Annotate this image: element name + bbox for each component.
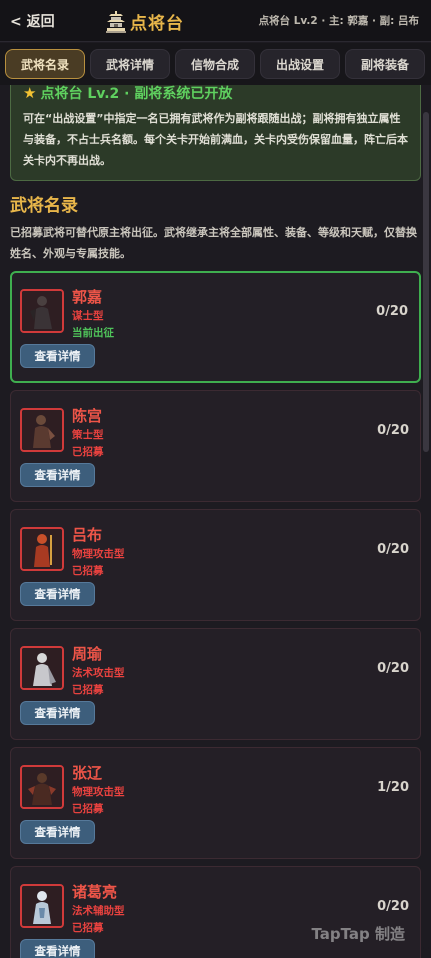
hero-token-count: 0/20 — [377, 899, 409, 914]
deputy-notice: ★ 点将台 Lv.2 · 副将系统已开放 可在“出战设置”中指定一名已拥有武将作… — [10, 85, 421, 181]
hero-status: 已招募 — [72, 684, 104, 696]
hero-portrait — [20, 646, 64, 690]
hero-type: 法术攻击型 — [72, 667, 125, 679]
hero-card: 诸葛亮 法术辅助型 已招募 0/20 查看详情 — [10, 866, 421, 958]
hero-status: 当前出征 — [72, 327, 114, 339]
view-details-button[interactable]: 查看详情 — [20, 582, 95, 606]
hero-type: 物理攻击型 — [72, 548, 125, 560]
hero-figure-icon — [22, 291, 62, 331]
pagoda-icon — [106, 10, 126, 33]
hero-type: 策士型 — [72, 429, 104, 441]
hero-portrait — [20, 765, 64, 809]
star-icon: ★ — [23, 85, 37, 102]
notice-body: 可在“出战设置”中指定一名已拥有武将作为副将跟随出战；副将拥有独立属性与装备，不… — [23, 112, 408, 167]
hero-card: 周瑜 法术攻击型 已招募 0/20 查看详情 — [10, 628, 421, 740]
taptap-watermark: TapTap 制造 — [311, 925, 405, 943]
hero-type: 谋士型 — [72, 310, 104, 322]
hero-name: 吕布 — [72, 526, 103, 544]
hero-type: 物理攻击型 — [72, 786, 125, 798]
tab-hero-details[interactable]: 武将详情 — [90, 49, 170, 79]
notice-title: 点将台 Lv.2 · 副将系统已开放 — [40, 86, 233, 102]
hero-status: 已招募 — [72, 803, 104, 815]
hero-token-count: 0/20 — [377, 423, 409, 438]
tab-token-synthesis[interactable]: 信物合成 — [175, 49, 255, 79]
hero-figure-icon — [22, 410, 62, 450]
tab-bar: 武将名录 武将详情 信物合成 出战设置 副将装备 — [0, 43, 431, 85]
hero-status: 已招募 — [72, 446, 104, 458]
hero-token-count: 1/20 — [377, 780, 409, 795]
tab-deputy-equipment[interactable]: 副将装备 — [345, 49, 425, 79]
hero-portrait — [20, 289, 64, 333]
hero-name: 郭嘉 — [72, 288, 103, 306]
section-title: 武将名录 — [10, 196, 78, 216]
level-info: 点将台 Lv.2 · 主: 郭嘉 · 副: 吕布 — [258, 15, 419, 27]
hero-status: 已招募 — [72, 565, 104, 577]
view-details-button[interactable]: 查看详情 — [20, 344, 95, 368]
hero-figure-icon — [22, 648, 62, 688]
scroll-content[interactable]: ★ 点将台 Lv.2 · 副将系统已开放 可在“出战设置”中指定一名已拥有武将作… — [0, 85, 431, 958]
view-details-button[interactable]: 查看详情 — [20, 939, 95, 958]
scrollbar-thumb[interactable] — [423, 112, 429, 452]
hero-token-count: 0/20 — [376, 304, 408, 319]
hero-status: 已招募 — [72, 922, 104, 934]
hero-name: 张辽 — [72, 764, 103, 782]
view-details-button[interactable]: 查看详情 — [20, 820, 95, 844]
page-title-group: 点将台 — [106, 9, 184, 34]
app-root: < 返回 点将台 点将台 Lv.2 · 主: 郭嘉 · 副: 吕布 武将名录 武… — [0, 0, 431, 958]
hero-portrait — [20, 408, 64, 452]
hero-figure-icon — [22, 886, 62, 926]
hero-figure-icon — [22, 529, 62, 569]
hero-name: 诸葛亮 — [72, 883, 118, 901]
section-description: 已招募武将可替代原主将出征。武将继承主将全部属性、装备、等级和天赋，仅替换姓名、… — [10, 226, 417, 260]
page-title: 点将台 — [130, 14, 184, 34]
hero-card: 吕布 物理攻击型 已招募 0/20 查看详情 — [10, 509, 421, 621]
hero-card: 张辽 物理攻击型 已招募 1/20 查看详情 — [10, 747, 421, 859]
hero-name: 周瑜 — [72, 645, 103, 663]
notice-title-row: ★ 点将台 Lv.2 · 副将系统已开放 — [23, 85, 408, 102]
tab-battle-setup[interactable]: 出战设置 — [260, 49, 340, 79]
hero-figure-icon — [22, 767, 62, 807]
hero-portrait — [20, 527, 64, 571]
hero-card: 陈宫 策士型 已招募 0/20 查看详情 — [10, 390, 421, 502]
top-header: < 返回 点将台 点将台 Lv.2 · 主: 郭嘉 · 副: 吕布 — [0, 0, 431, 42]
hero-type: 法术辅助型 — [72, 905, 125, 917]
hero-portrait — [20, 884, 64, 928]
view-details-button[interactable]: 查看详情 — [20, 701, 95, 725]
back-button[interactable]: < 返回 — [10, 11, 55, 31]
hero-name: 陈宫 — [72, 407, 103, 425]
hero-token-count: 0/20 — [377, 542, 409, 557]
hero-card: 郭嘉 谋士型 当前出征 0/20 查看详情 — [10, 271, 421, 383]
view-details-button[interactable]: 查看详情 — [20, 463, 95, 487]
hero-token-count: 0/20 — [377, 661, 409, 676]
tab-hero-roster[interactable]: 武将名录 — [5, 49, 85, 79]
